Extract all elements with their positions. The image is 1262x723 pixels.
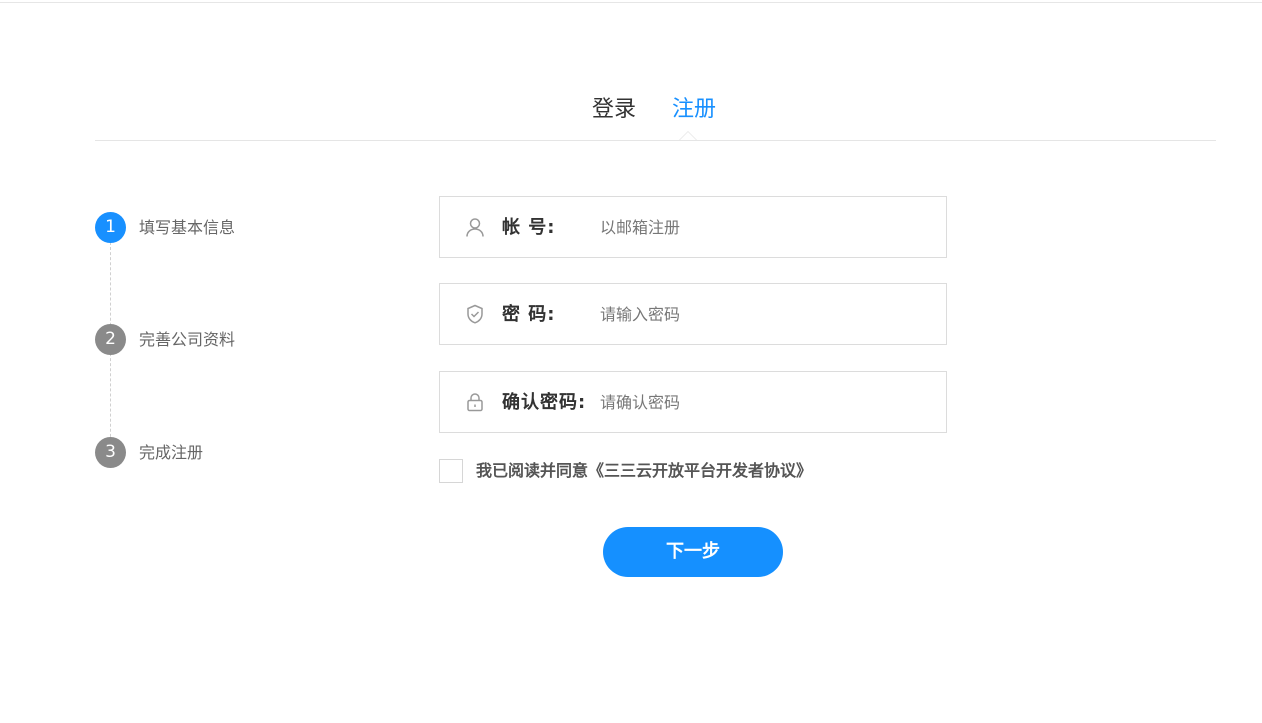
account-field: 帐 号: (439, 196, 947, 258)
top-divider (0, 2, 1262, 3)
confirm-password-field: 确认密码: (439, 371, 947, 433)
next-step-button[interactable]: 下一步 (603, 527, 783, 577)
account-label: 帐 号: (502, 217, 556, 238)
auth-tabs: 登录 注册 (95, 90, 1216, 141)
tab-login[interactable]: 登录 (592, 95, 636, 125)
lock-icon (464, 391, 486, 413)
confirm-password-input[interactable] (600, 388, 920, 416)
account-input[interactable] (600, 213, 920, 241)
step-number: 3 (95, 437, 126, 468)
step-label: 完善公司资料 (139, 330, 236, 349)
password-input[interactable] (600, 300, 920, 328)
agreement-checkbox[interactable] (439, 459, 463, 483)
step-label: 完成注册 (139, 443, 204, 462)
password-label: 密 码: (502, 304, 556, 325)
step-number: 1 (95, 212, 126, 243)
agreement-text[interactable]: 我已阅读并同意《三三云开放平台开发者协议》 (476, 460, 812, 482)
shield-check-icon (464, 303, 486, 325)
confirm-password-label: 确认密码: (502, 392, 587, 413)
registration-steps: 1 填写基本信息 2 完善公司资料 3 完成注册 (95, 212, 315, 482)
step-number: 2 (95, 324, 126, 355)
tab-register[interactable]: 注册 (672, 95, 716, 125)
user-icon (464, 216, 486, 238)
step-label: 填写基本信息 (139, 218, 236, 237)
password-field: 密 码: (439, 283, 947, 345)
